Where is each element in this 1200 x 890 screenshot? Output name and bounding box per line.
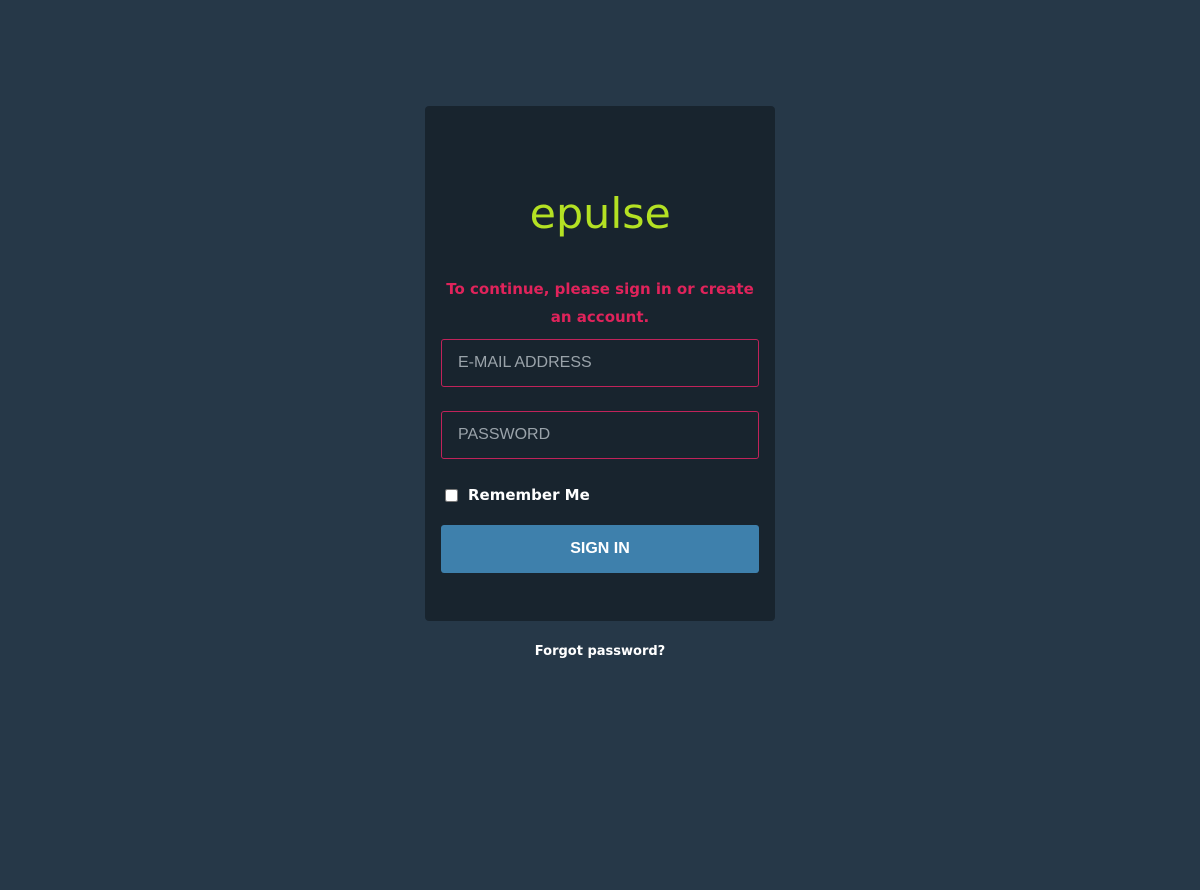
forgot-password-container: Forgot password? [0, 640, 1200, 659]
sign-in-notice: To continue, please sign in or create an… [446, 280, 754, 326]
remember-me-checkbox[interactable] [445, 488, 458, 502]
forgot-password-link[interactable]: Forgot password? [535, 644, 665, 659]
epulse-logo: epulse [425, 186, 775, 242]
logo-text: epulse [529, 189, 671, 238]
remember-me[interactable]: Remember Me [443, 484, 590, 506]
sign-in-button[interactable]: SIGN IN [441, 525, 759, 573]
email-input[interactable] [441, 339, 759, 387]
remember-me-label[interactable]: Remember Me [468, 486, 590, 504]
password-input[interactable] [441, 411, 759, 459]
